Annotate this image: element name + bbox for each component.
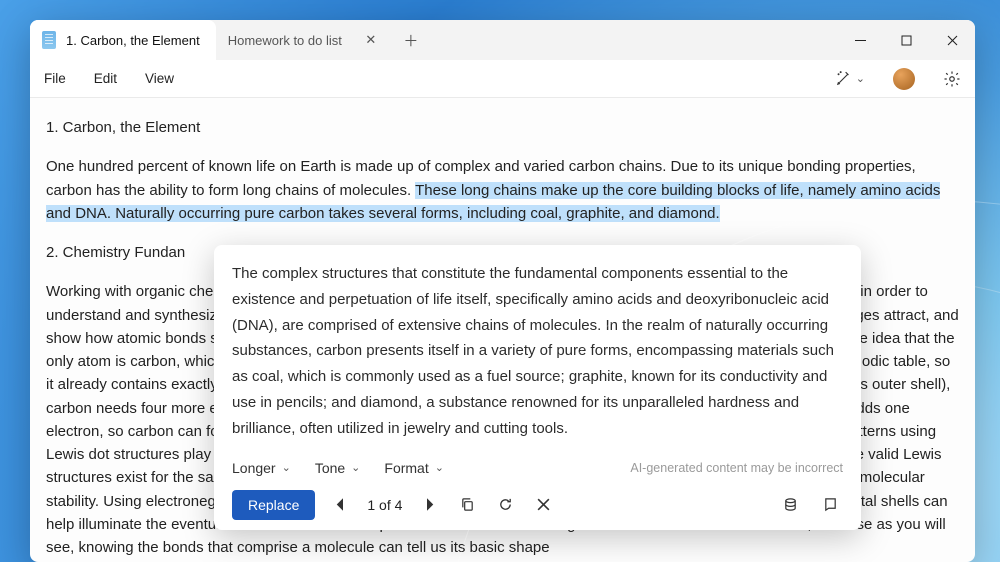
tab-label: Homework to do list: [228, 33, 342, 48]
option-tone[interactable]: Tone ⌄: [315, 460, 361, 476]
ai-disclaimer: AI-generated content may be incorrect: [630, 461, 843, 475]
title-bar: 1. Carbon, the Element Homework to do li…: [30, 20, 975, 60]
copy-button[interactable]: [454, 492, 480, 518]
replace-button[interactable]: Replace: [232, 490, 315, 520]
ai-rewrite-popup: The complex structures that constitute t…: [214, 245, 861, 530]
chevron-down-icon: ⌄: [282, 461, 291, 474]
rewrite-options: Longer ⌄ Tone ⌄ Format ⌄ AI-generated co…: [232, 460, 843, 476]
next-button[interactable]: [416, 492, 442, 518]
menu-file[interactable]: File: [44, 71, 66, 86]
regenerate-button[interactable]: [492, 492, 518, 518]
doc-paragraph-1: One hundred percent of known life on Ear…: [46, 155, 959, 225]
settings-button[interactable]: [943, 70, 961, 88]
result-counter: 1 of 4: [365, 497, 404, 513]
menu-view[interactable]: View: [145, 71, 174, 86]
history-button[interactable]: [777, 492, 803, 518]
menu-edit[interactable]: Edit: [94, 71, 117, 86]
dismiss-button[interactable]: [530, 492, 556, 518]
chevron-down-icon: ⌄: [856, 72, 865, 85]
copilot-button[interactable]: ⌄: [835, 70, 865, 87]
chevron-down-icon: ⌄: [435, 461, 444, 474]
rewrite-actions: Replace 1 of 4: [232, 490, 843, 520]
previous-button[interactable]: [327, 492, 353, 518]
tab-active[interactable]: 1. Carbon, the Element: [30, 20, 216, 60]
menu-bar: File Edit View ⌄: [30, 60, 975, 98]
option-longer[interactable]: Longer ⌄: [232, 460, 291, 476]
doc-heading-1: 1. Carbon, the Element: [46, 116, 959, 139]
notepad-icon: [42, 31, 56, 49]
new-tab-button[interactable]: ＋: [394, 20, 428, 60]
feedback-button[interactable]: [817, 492, 843, 518]
notepad-window: 1. Carbon, the Element Homework to do li…: [30, 20, 975, 562]
minimize-button[interactable]: [837, 20, 883, 60]
option-format[interactable]: Format ⌄: [384, 460, 444, 476]
close-icon[interactable]: ✕: [364, 33, 378, 47]
tab-label: 1. Carbon, the Element: [66, 33, 200, 48]
ai-suggestion-text: The complex structures that constitute t…: [232, 261, 843, 442]
tab-secondary[interactable]: Homework to do list ✕: [216, 20, 394, 60]
chevron-down-icon: ⌄: [351, 461, 360, 474]
close-button[interactable]: [929, 20, 975, 60]
maximize-button[interactable]: [883, 20, 929, 60]
avatar[interactable]: [893, 68, 915, 90]
